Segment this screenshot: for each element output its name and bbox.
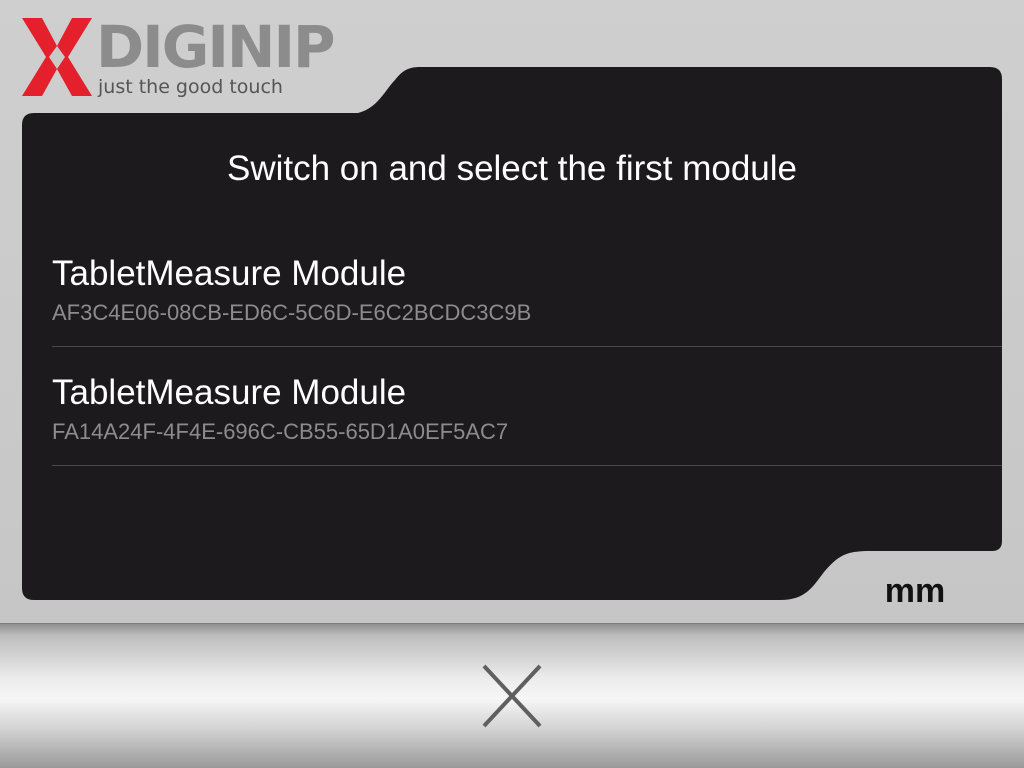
- bottom-toolbar: [0, 623, 1024, 768]
- module-list: TabletMeasure Module AF3C4E06-08CB-ED6C-…: [52, 228, 1002, 466]
- module-name: TabletMeasure Module: [52, 254, 407, 293]
- diginip-logo: DIGINIP just the good touch: [20, 14, 360, 104]
- module-list-item[interactable]: TabletMeasure Module FA14A24F-4F4E-696C-…: [52, 347, 1002, 466]
- logo-tagline: just the good touch: [98, 76, 283, 98]
- panel-title: Switch on and select the first module: [226, 149, 797, 188]
- module-identifier: AF3C4E06-08CB-ED6C-5C6D-E6C2BCDC3C9B: [52, 300, 532, 325]
- app-screen: DIGINIP just the good touch Switch on an…: [0, 0, 1024, 623]
- logo-wordmark: DIGINIP: [96, 13, 336, 81]
- close-icon[interactable]: [470, 654, 554, 738]
- module-list-item[interactable]: TabletMeasure Module AF3C4E06-08CB-ED6C-…: [52, 228, 1002, 347]
- diginip-x-mark-icon: [22, 18, 92, 96]
- module-identifier: FA14A24F-4F4E-696C-CB55-65D1A0EF5AC7: [52, 419, 509, 444]
- module-name: TabletMeasure Module: [52, 373, 407, 412]
- unit-toggle-button[interactable]: mm: [860, 570, 970, 612]
